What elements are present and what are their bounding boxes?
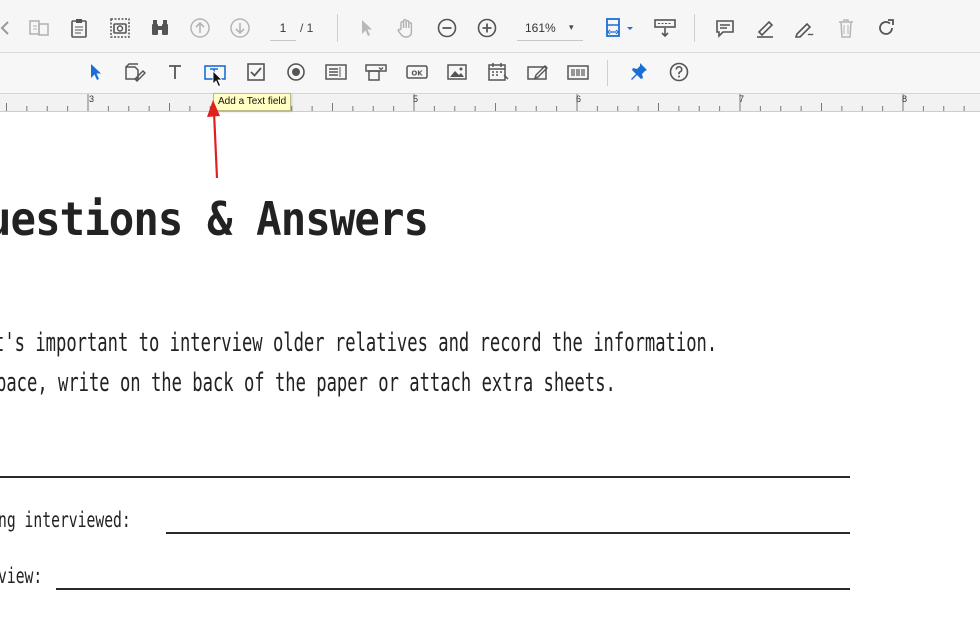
instructions-line-2: pace, write on the back of the paper or …: [0, 368, 616, 398]
checkbox-field-icon[interactable]: [242, 58, 270, 86]
barcode-field-icon[interactable]: [564, 58, 592, 86]
trash-icon[interactable]: [832, 14, 860, 42]
form-field-line-2[interactable]: [166, 532, 850, 534]
list-box-field-icon[interactable]: [322, 58, 350, 86]
form-fields-toolbar: OK: [0, 53, 980, 94]
form-wizard-icon[interactable]: [121, 58, 149, 86]
page-number-input[interactable]: [270, 16, 296, 41]
toolbar-divider: [607, 60, 608, 86]
binoculars-search-icon[interactable]: [146, 14, 174, 42]
scrolling-mode-icon[interactable]: [651, 14, 679, 42]
page-title: uestions & Answers: [0, 192, 429, 246]
fit-page-icon[interactable]: [601, 14, 637, 42]
horizontal-ruler: 3 5 6 7 8: [0, 94, 980, 112]
signature-field-icon[interactable]: [524, 58, 552, 86]
ruler-label: 6: [576, 94, 582, 104]
zoom-out-icon[interactable]: [433, 14, 461, 42]
rotate-redo-icon[interactable]: [872, 14, 900, 42]
form-field-line-1[interactable]: [0, 476, 850, 478]
zoom-level-dropdown[interactable]: 161% ▾: [517, 16, 583, 41]
zoom-in-icon[interactable]: [473, 14, 501, 42]
main-toolbar: / 1 161% ▾: [0, 0, 980, 53]
annotation-arrow-icon: [207, 100, 220, 179]
chevron-down-icon: ▾: [569, 22, 574, 32]
comment-icon[interactable]: [711, 14, 739, 42]
document-page: uestions & Answers t's important to inte…: [0, 112, 980, 618]
previous-page-icon[interactable]: [186, 14, 214, 42]
instructions-line-1: t's important to interview older relativ…: [0, 328, 718, 358]
radio-button-field-icon[interactable]: [282, 58, 310, 86]
ruler-label: 3: [89, 94, 95, 104]
hand-tool-icon[interactable]: [392, 14, 420, 42]
form-field-line-3[interactable]: [56, 588, 850, 590]
zoom-level-value: 161%: [525, 21, 556, 35]
image-field-icon[interactable]: [443, 58, 471, 86]
snapshot-camera-icon[interactable]: [106, 14, 134, 42]
next-page-icon[interactable]: [226, 14, 254, 42]
select-arrow-icon[interactable]: [352, 14, 380, 42]
button-field-icon[interactable]: OK: [403, 58, 431, 86]
mouse-cursor-icon: [212, 70, 223, 88]
field-label-interviewee: ng interviewed:: [0, 508, 131, 532]
toolbar-divider: [337, 14, 338, 42]
signature-pen-icon[interactable]: [791, 14, 819, 42]
ruler-label: 8: [902, 94, 908, 104]
ruler-ticks: [6, 94, 965, 111]
help-icon[interactable]: [665, 58, 693, 86]
ruler-label: 5: [413, 94, 419, 104]
field-label-interview: view:: [0, 564, 43, 588]
page-total-label: / 1: [300, 21, 314, 35]
back-chevron-icon[interactable]: [0, 14, 20, 42]
highlighter-icon[interactable]: [751, 14, 779, 42]
svg-text:OK: OK: [411, 70, 423, 78]
combo-box-field-icon[interactable]: [362, 58, 390, 86]
clipboard-icon[interactable]: [65, 14, 93, 42]
date-field-icon[interactable]: [484, 58, 512, 86]
toolbar-divider: [694, 14, 695, 42]
text-tool-icon[interactable]: [161, 58, 189, 86]
pin-icon[interactable]: [624, 58, 652, 86]
select-field-arrow-icon[interactable]: [81, 58, 109, 86]
compare-icon[interactable]: [25, 14, 53, 42]
ruler-label: 7: [739, 94, 745, 104]
